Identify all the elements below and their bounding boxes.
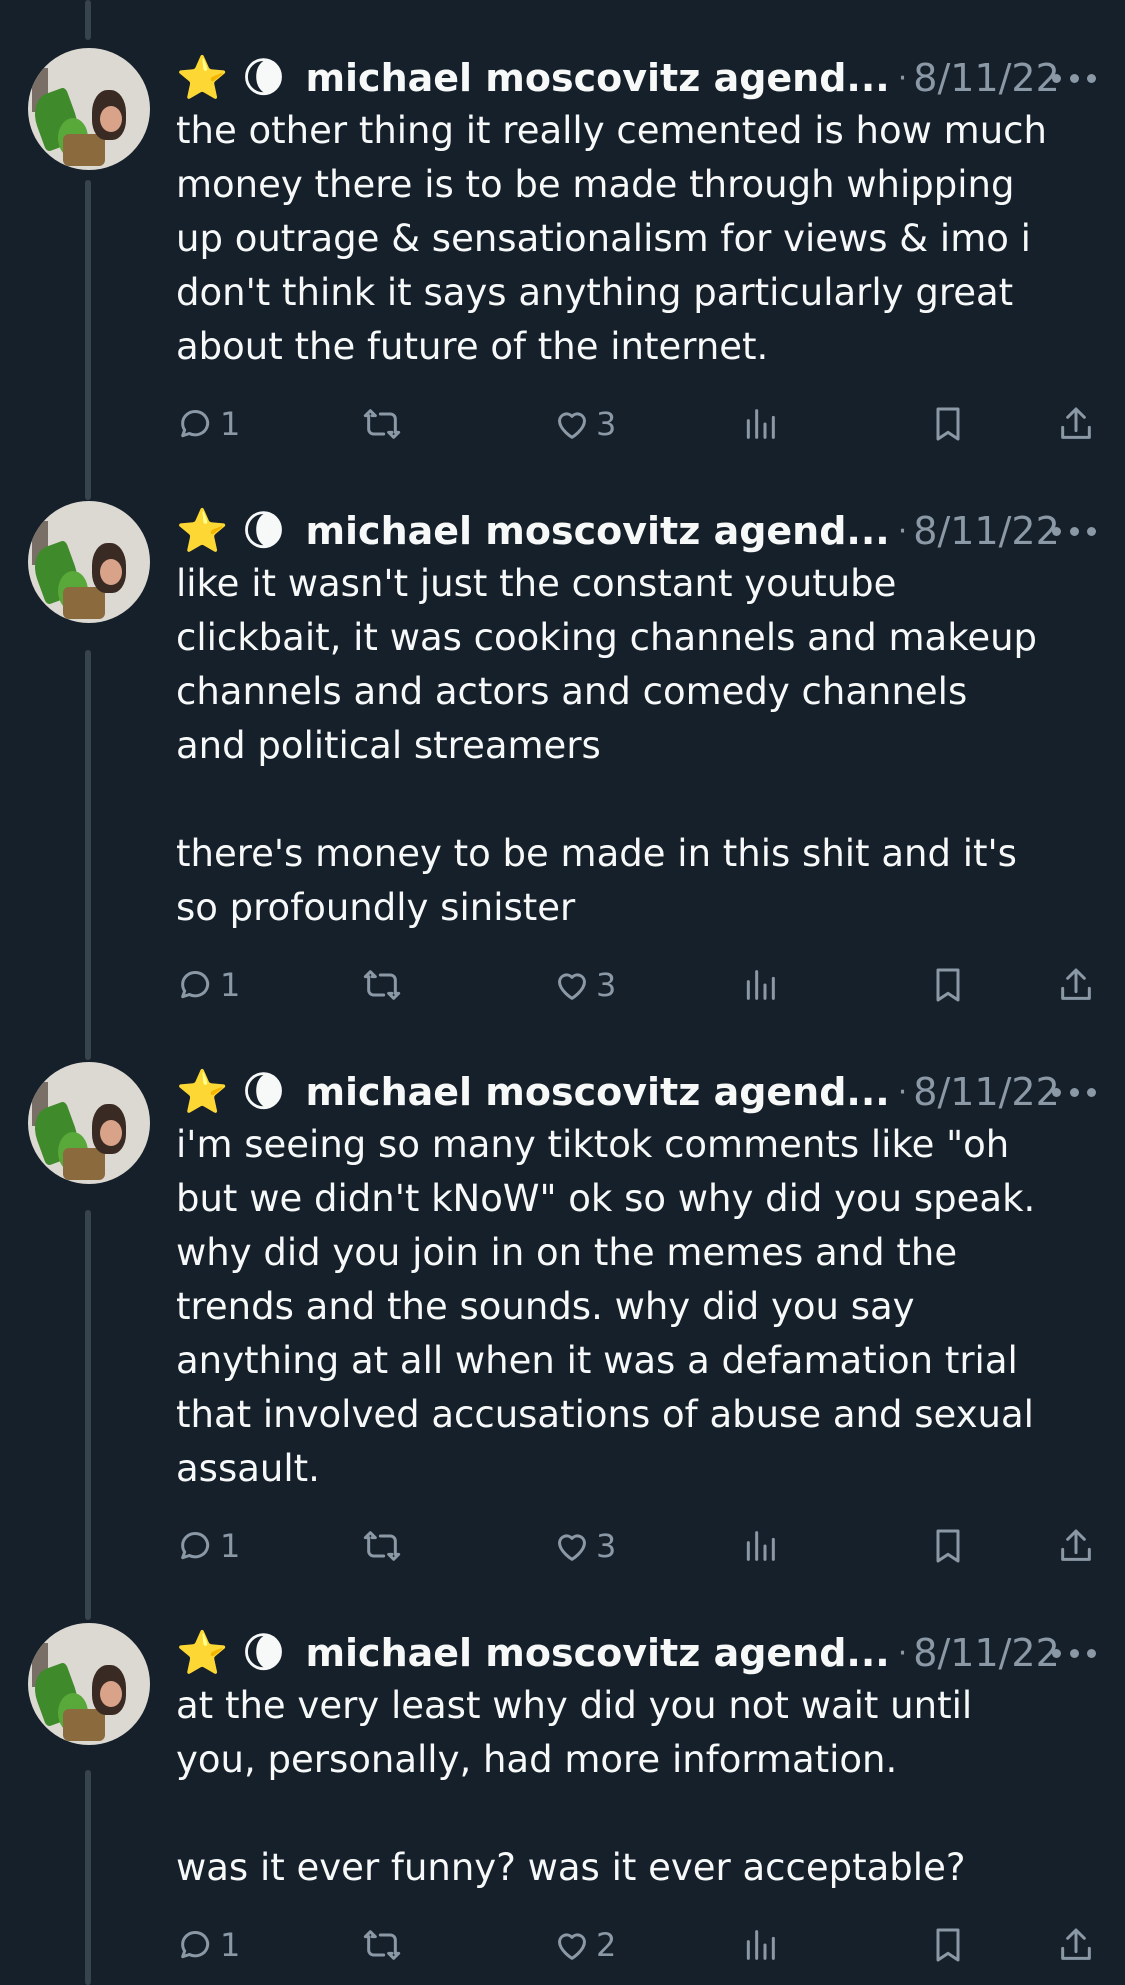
action-bar: 1 2	[176, 1923, 1096, 1967]
views-button[interactable]	[740, 1524, 780, 1568]
like-count: 3	[596, 966, 617, 1004]
separator-dot: ·	[897, 60, 908, 96]
analytics-icon	[746, 1531, 775, 1561]
like-button[interactable]: 3	[552, 1524, 616, 1568]
action-bar: 1 3	[176, 963, 1096, 1007]
heart-icon	[558, 1534, 586, 1561]
share-button[interactable]	[1056, 402, 1096, 446]
name-emoji: ⭐ 🌘	[176, 53, 286, 102]
name-emoji: ⭐ 🌘	[176, 1628, 286, 1677]
tweet-date[interactable]: 8/11/22	[913, 56, 1060, 100]
tweet-header: ⭐ 🌘 michael moscovitz agend... · 8/11/22	[176, 1062, 1096, 1122]
views-button[interactable]	[740, 1923, 780, 1967]
heart-icon	[558, 973, 586, 1000]
name-emoji: ⭐ 🌘	[176, 1067, 286, 1116]
tweet-header: ⭐ 🌘 michael moscovitz agend... · 8/11/22	[176, 1623, 1096, 1683]
retweet-icon	[363, 970, 401, 1000]
avatar[interactable]	[28, 1623, 150, 1745]
views-button[interactable]	[740, 402, 780, 446]
thread-line	[85, 0, 91, 40]
thread-line	[85, 1210, 91, 1620]
separator-dot: ·	[897, 1074, 908, 1110]
reply-button[interactable]: 1	[176, 402, 240, 446]
reply-icon	[181, 410, 210, 438]
like-button[interactable]: 3	[552, 963, 616, 1007]
retweet-button[interactable]	[362, 1923, 402, 1967]
tweet-text: like it wasn't just the constant youtube…	[176, 562, 1038, 929]
retweet-button[interactable]	[362, 402, 402, 446]
share-icon	[1061, 1529, 1091, 1561]
more-options-icon[interactable]	[1052, 56, 1096, 100]
bookmark-icon	[936, 407, 960, 441]
reply-button[interactable]: 1	[176, 963, 240, 1007]
bookmark-button[interactable]	[928, 402, 968, 446]
bookmark-button[interactable]	[928, 1524, 968, 1568]
retweet-icon	[363, 1930, 401, 1960]
share-icon	[1061, 968, 1091, 1000]
reply-count: 1	[220, 1527, 241, 1565]
display-name[interactable]: michael moscovitz agend...	[305, 509, 889, 553]
display-name[interactable]: michael moscovitz agend...	[305, 1070, 889, 1114]
display-name[interactable]: michael moscovitz agend...	[305, 56, 889, 100]
thread-line	[85, 1770, 91, 1985]
reply-count: 1	[220, 1926, 241, 1964]
thread-line	[85, 650, 91, 1060]
bookmark-icon	[936, 1529, 960, 1563]
bookmark-button[interactable]	[928, 963, 968, 1007]
tweet-text: at the very least why did you not wait u…	[176, 1684, 973, 1889]
action-bar: 1 3	[176, 402, 1096, 446]
reply-count: 1	[220, 405, 241, 443]
avatar[interactable]	[28, 48, 150, 170]
reply-icon	[181, 1532, 210, 1560]
heart-icon	[558, 1933, 586, 1960]
like-button[interactable]: 2	[552, 1923, 616, 1967]
share-button[interactable]	[1056, 1923, 1096, 1967]
bookmark-icon	[936, 968, 960, 1002]
tweet-date[interactable]: 8/11/22	[913, 1631, 1060, 1675]
like-button[interactable]: 3	[552, 402, 616, 446]
share-icon	[1061, 1928, 1091, 1960]
thread-line	[85, 180, 91, 500]
analytics-icon	[746, 1930, 775, 1960]
separator-dot: ·	[897, 1635, 908, 1671]
display-name[interactable]: michael moscovitz agend...	[305, 1631, 889, 1675]
share-button[interactable]	[1056, 963, 1096, 1007]
bookmark-icon	[936, 1928, 960, 1962]
avatar[interactable]	[28, 501, 150, 623]
share-button[interactable]	[1056, 1524, 1096, 1568]
retweet-button[interactable]	[362, 1524, 402, 1568]
action-bar: 1 3	[176, 1524, 1096, 1568]
tweet-text: the other thing it really cemented is ho…	[176, 109, 1047, 368]
reply-button[interactable]: 1	[176, 1524, 240, 1568]
like-count: 3	[596, 405, 617, 443]
more-options-icon[interactable]	[1052, 1070, 1096, 1114]
tweet-header: ⭐ 🌘 michael moscovitz agend... · 8/11/22	[176, 501, 1096, 561]
tweet-date[interactable]: 8/11/22	[913, 1070, 1060, 1114]
separator-dot: ·	[897, 513, 908, 549]
views-button[interactable]	[740, 963, 780, 1007]
like-count: 2	[596, 1926, 617, 1964]
bookmark-button[interactable]	[928, 1923, 968, 1967]
reply-icon	[181, 971, 210, 999]
tweet-date[interactable]: 8/11/22	[913, 509, 1060, 553]
reply-button[interactable]: 1	[176, 1923, 240, 1967]
name-emoji: ⭐ 🌘	[176, 506, 286, 555]
heart-icon	[558, 412, 586, 439]
tweet-header: ⭐ 🌘 michael moscovitz agend... · 8/11/22	[176, 48, 1096, 108]
tweet-text: i'm seeing so many tiktok comments like …	[176, 1123, 1036, 1490]
retweet-button[interactable]	[362, 963, 402, 1007]
reply-count: 1	[220, 966, 241, 1004]
share-icon	[1061, 407, 1091, 439]
retweet-icon	[363, 409, 401, 439]
avatar[interactable]	[28, 1062, 150, 1184]
like-count: 3	[596, 1527, 617, 1565]
more-options-icon[interactable]	[1052, 509, 1096, 553]
analytics-icon	[746, 970, 775, 1000]
analytics-icon	[746, 409, 775, 439]
retweet-icon	[363, 1531, 401, 1561]
reply-icon	[181, 1931, 210, 1959]
more-options-icon[interactable]	[1052, 1631, 1096, 1675]
